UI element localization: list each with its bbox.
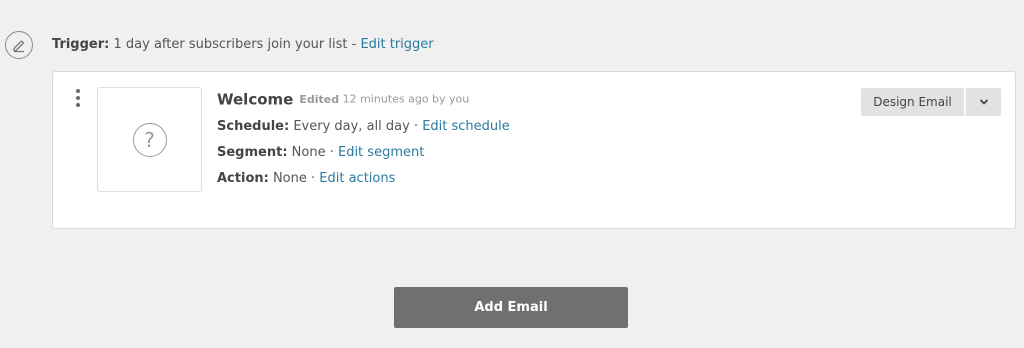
segment-row: Segment: None · Edit segment (217, 144, 837, 162)
design-email-button[interactable]: Design Email (861, 88, 964, 116)
design-options-dropdown-button[interactable] (965, 88, 1001, 116)
edit-schedule-link[interactable]: Edit schedule (422, 119, 510, 134)
add-email-button[interactable]: Add Email (394, 287, 628, 328)
email-thumbnail[interactable]: ? (97, 87, 202, 192)
action-label: Action: (217, 171, 269, 186)
schedule-value: Every day, all day · (289, 119, 423, 134)
email-card: ? Welcome Edited 12 minutes ago by you Sc… (52, 71, 1016, 229)
action-row: Action: None · Edit actions (217, 170, 837, 188)
email-details: Welcome Edited 12 minutes ago by you Sche… (217, 88, 837, 188)
edit-trigger-link[interactable]: Edit trigger (360, 37, 433, 52)
trigger-label: Trigger: (52, 37, 110, 52)
edit-actions-link[interactable]: Edit actions (319, 171, 395, 186)
segment-value: None · (287, 145, 338, 160)
trigger-text: 1 day after subscribers join your list - (109, 37, 361, 52)
drag-handle-icon[interactable] (76, 89, 80, 107)
chevron-down-icon (979, 99, 988, 105)
action-value: None · (268, 171, 320, 186)
edited-label: Edited (299, 92, 340, 106)
email-title-row: Welcome Edited 12 minutes ago by you (217, 88, 837, 110)
trigger-description: Trigger: 1 day after subscribers join yo… (52, 36, 434, 54)
email-name: Welcome (217, 90, 294, 109)
segment-label: Segment: (217, 145, 288, 160)
schedule-row: Schedule: Every day, all day · Edit sche… (217, 118, 837, 136)
edit-segment-link[interactable]: Edit segment (338, 145, 424, 160)
pencil-icon (5, 31, 33, 59)
question-icon: ? (132, 122, 167, 157)
edited-timestamp: 12 minutes ago by you (339, 92, 470, 106)
schedule-label: Schedule: (217, 119, 290, 134)
